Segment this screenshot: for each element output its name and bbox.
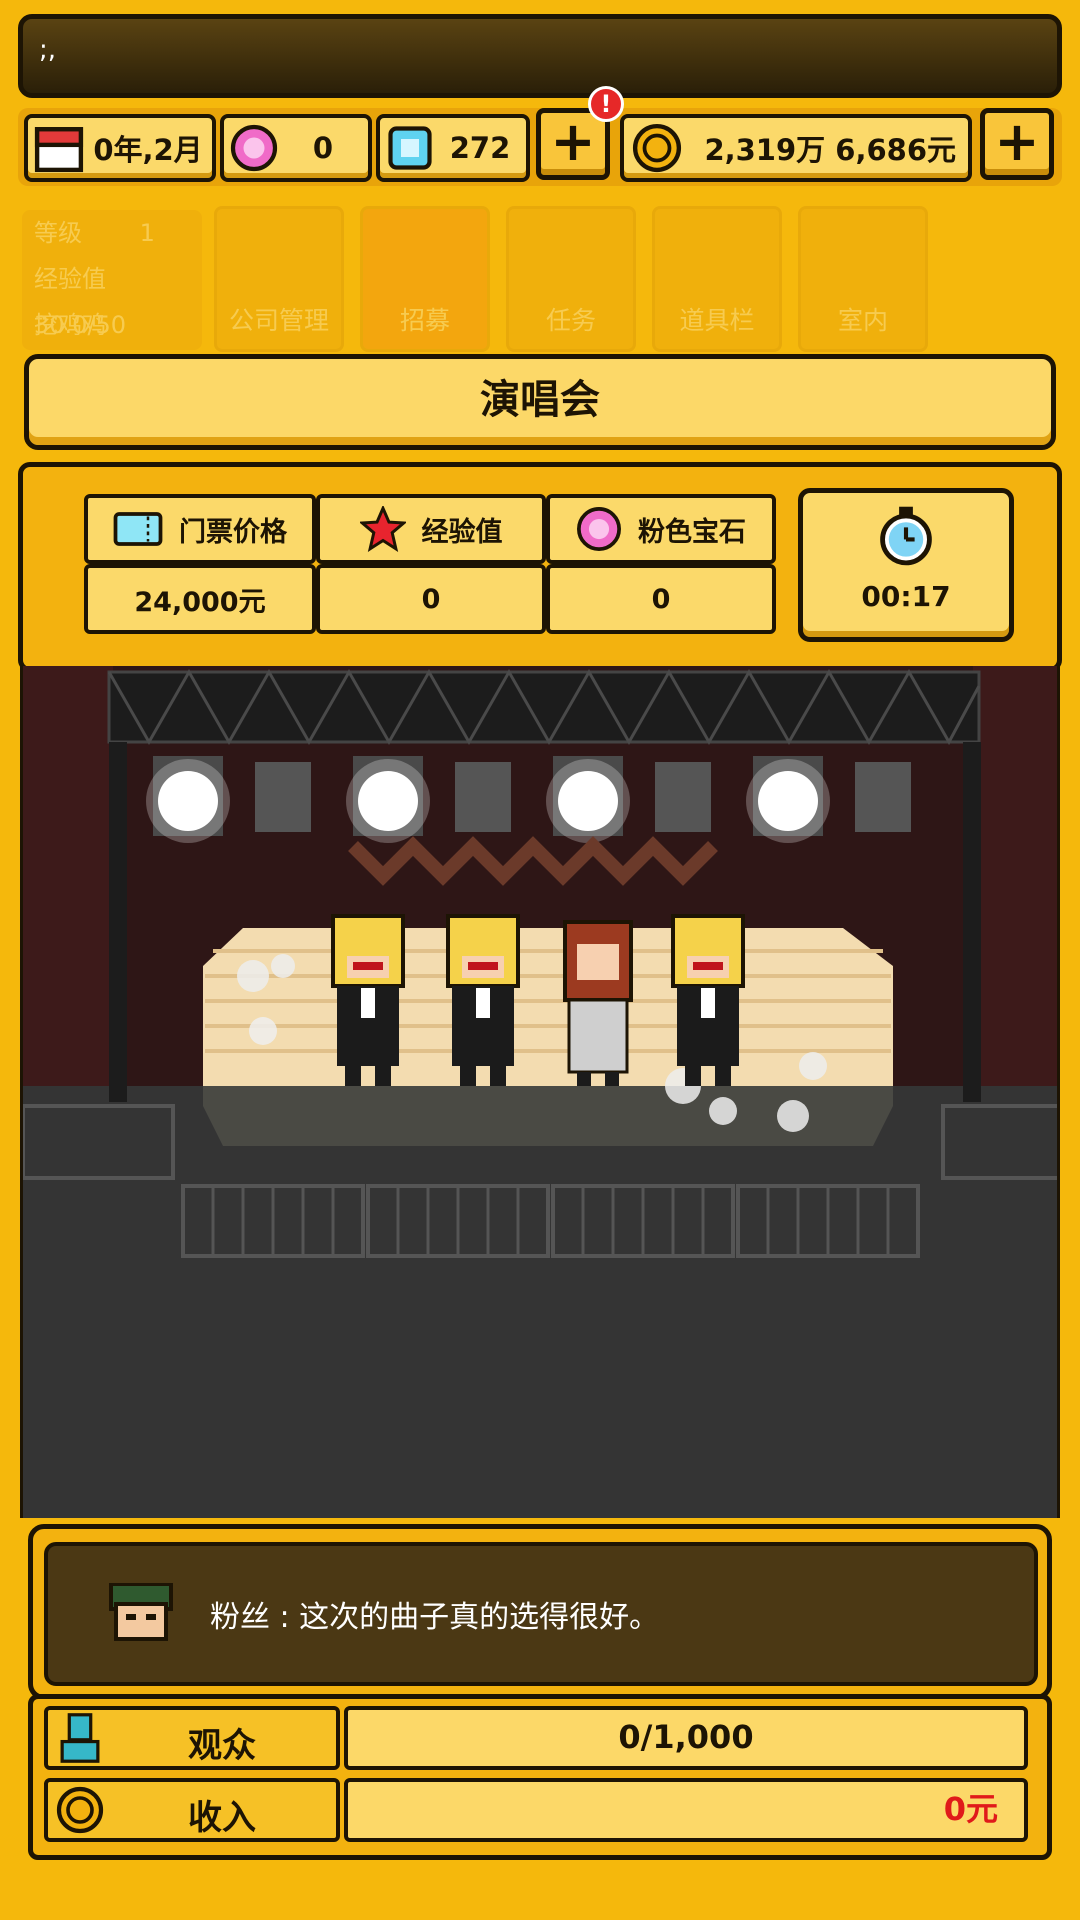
pink-gem-value: 0	[312, 131, 334, 165]
ticket-price-label: 门票价格	[84, 494, 316, 564]
notice-text: ;,	[39, 35, 57, 65]
audience-label: 观众	[188, 1726, 256, 1766]
stage-illustration	[23, 666, 1057, 1518]
pink-gem-icon-2	[577, 507, 621, 551]
notice-bar: ;,	[18, 14, 1062, 98]
concert-stage-scene	[20, 666, 1060, 1518]
calendar-icon	[34, 127, 84, 173]
clock-icon	[880, 506, 932, 566]
audience-value: 0/1,000	[618, 1718, 754, 1756]
income-value: 0元	[943, 1790, 998, 1828]
exp-text: 经验值 30.0/50	[34, 265, 127, 339]
date-value: 0年,2月	[93, 133, 203, 167]
diamond-value: 272	[449, 131, 511, 165]
coin-icon-2	[56, 1786, 104, 1834]
diamond-counter: 272	[376, 114, 530, 182]
income-value-box: 0元	[344, 1778, 1028, 1842]
ticket-icon	[113, 512, 163, 546]
add-money-button[interactable]: +	[980, 108, 1054, 180]
money-value: 2,319万 6,686元	[704, 133, 956, 167]
pink-gem-value-2: 0	[546, 564, 776, 634]
chat-message: 粉丝 : 这次的曲子真的选得很好。	[210, 1600, 660, 1635]
pink-gem-icon	[230, 124, 278, 172]
level-label: 等级	[34, 219, 82, 247]
money-counter: 2,319万 6,686元	[620, 114, 972, 182]
fan-avatar-icon	[109, 1583, 173, 1641]
alert-badge: !	[588, 86, 624, 122]
timer-value: 00:17	[861, 580, 951, 613]
person-icon	[60, 1713, 100, 1763]
star-icon	[359, 506, 406, 552]
income-label-box: 收入	[44, 1778, 340, 1842]
menu-tile-inventory: 道具栏	[652, 206, 782, 352]
exp-label: 经验值	[316, 494, 546, 564]
diamond-icon	[388, 126, 432, 170]
level-panel: 等级 1 经验值 30.0/50 挖鸡鸡	[22, 210, 202, 350]
audience-value-box: 0/1,000	[344, 1706, 1028, 1770]
date-display: 0年,2月	[24, 114, 216, 182]
audience-label-box: 观众	[44, 1706, 340, 1770]
menu-tile-quest: 任务	[506, 206, 636, 352]
menu-tile-recruit: 招募	[360, 206, 490, 352]
exp-value: 0	[316, 564, 546, 634]
fan-chat-bubble: 粉丝 : 这次的曲子真的选得很好。	[44, 1542, 1038, 1686]
timer-box: 00:17	[798, 488, 1014, 642]
coin-icon	[632, 123, 682, 173]
ticket-price-value: 24,000元	[84, 564, 316, 634]
level-value: 1	[139, 219, 155, 247]
pink-gem-counter: 0	[220, 114, 372, 182]
popup-title: 演唱会	[24, 354, 1056, 450]
pink-gem-label: 粉色宝石	[546, 494, 776, 564]
menu-tile-interior: 室内	[798, 206, 928, 352]
menu-tile-company: 公司管理	[214, 206, 344, 352]
income-label: 收入	[188, 1798, 256, 1838]
